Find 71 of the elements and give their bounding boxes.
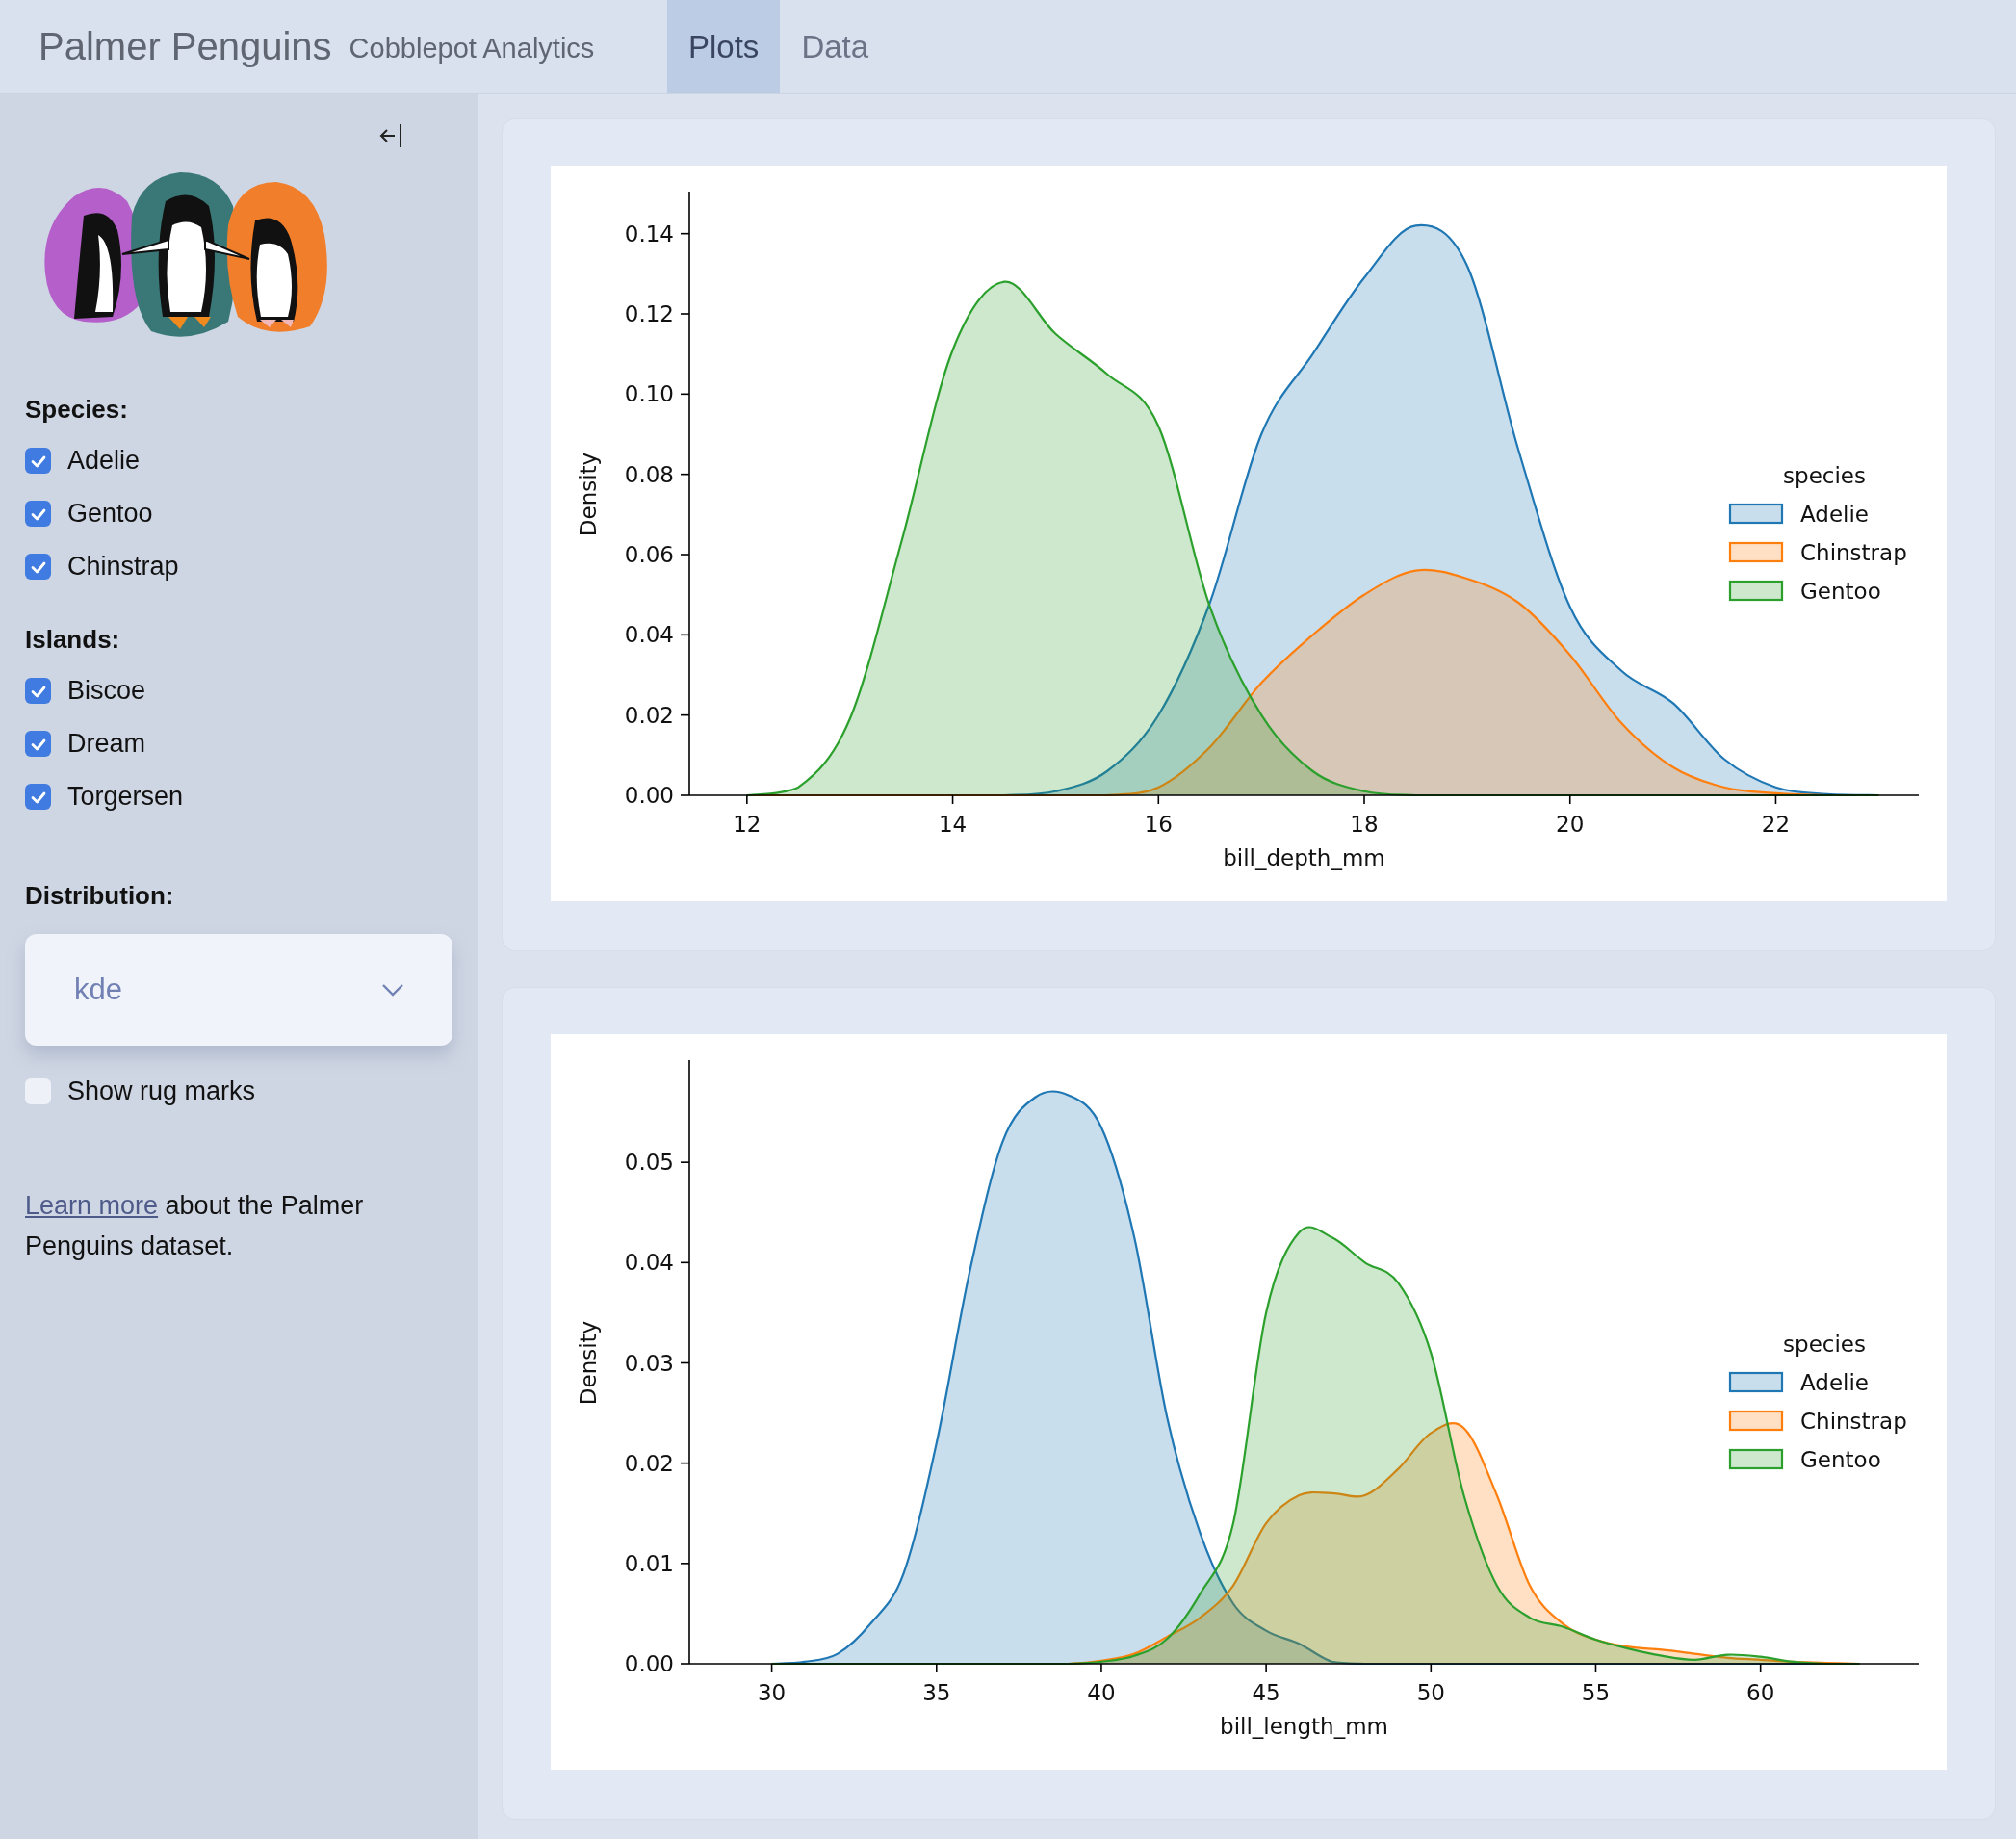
legend-label: Chinstrap bbox=[1800, 1409, 1907, 1434]
checkbox[interactable] bbox=[25, 448, 51, 474]
legend-swatch bbox=[1728, 541, 1784, 563]
tab[interactable]: Plots bbox=[667, 0, 781, 93]
tick-label: 20 bbox=[1556, 812, 1585, 837]
legend-swatch bbox=[1728, 580, 1784, 602]
legend-label: Chinstrap bbox=[1800, 540, 1907, 565]
tick-label: 0.12 bbox=[624, 301, 674, 326]
tick-label: 18 bbox=[1350, 812, 1379, 837]
checkbox[interactable] bbox=[25, 1078, 51, 1104]
checkbox[interactable] bbox=[25, 784, 51, 810]
tick-label: 30 bbox=[757, 1680, 787, 1705]
checkbox[interactable] bbox=[25, 731, 51, 757]
distribution-select[interactable]: kde bbox=[25, 934, 452, 1046]
tick-label: 0.14 bbox=[624, 220, 674, 246]
tick-label: 22 bbox=[1761, 812, 1791, 837]
tick-label: 16 bbox=[1144, 812, 1173, 837]
tick-label: 40 bbox=[1087, 1680, 1116, 1705]
checkbox-label: Gentoo bbox=[67, 499, 153, 529]
tick-label: 12 bbox=[733, 812, 762, 837]
legend-label: Gentoo bbox=[1800, 1447, 1881, 1472]
axis-title: Density bbox=[576, 1320, 601, 1406]
tick-label: 0.02 bbox=[624, 702, 674, 728]
checkbox[interactable] bbox=[25, 501, 51, 527]
legend-label: Adelie bbox=[1800, 1370, 1869, 1395]
app-subtitle: Cobblepot Analytics bbox=[349, 32, 595, 65]
tick-label: 55 bbox=[1581, 1680, 1611, 1705]
axis-title: bill_length_mm bbox=[1220, 1714, 1388, 1739]
field-label: Distribution: bbox=[25, 881, 175, 911]
legend-swatch bbox=[1728, 1410, 1784, 1432]
tick-label: 0.00 bbox=[624, 783, 674, 808]
axis-title: Density bbox=[576, 452, 601, 537]
tick-label: 0.00 bbox=[624, 1651, 674, 1676]
legend-label: Adelie bbox=[1800, 502, 1869, 527]
tick-label: 50 bbox=[1416, 1680, 1445, 1705]
checkbox-label: Adelie bbox=[67, 446, 141, 476]
tick-label: 0.08 bbox=[624, 461, 674, 487]
tick-label: 45 bbox=[1252, 1680, 1280, 1705]
learn-more-link[interactable]: Learn more bbox=[25, 1191, 159, 1220]
legend-swatch bbox=[1728, 503, 1784, 525]
tick-label: 35 bbox=[922, 1680, 951, 1705]
info-text: Learn more about the Palmer Penguins dataset. bbox=[25, 1190, 365, 1262]
chevron-down-icon bbox=[381, 983, 404, 997]
tick-label: 0.01 bbox=[624, 1550, 674, 1576]
checkbox[interactable] bbox=[25, 678, 51, 704]
legend-title: species bbox=[1783, 1332, 1866, 1357]
axis-title: bill_depth_mm bbox=[1223, 845, 1385, 870]
checkbox-label: Torgersen bbox=[67, 782, 184, 812]
checkbox[interactable] bbox=[25, 554, 51, 580]
filter-label: Islands: bbox=[25, 625, 121, 655]
legend-title: species bbox=[1783, 463, 1866, 488]
tick-label: 0.06 bbox=[624, 542, 674, 567]
tick-label: 14 bbox=[938, 812, 968, 837]
tick-label: 0.05 bbox=[624, 1150, 674, 1176]
tick-label: 0.03 bbox=[624, 1350, 674, 1376]
checkbox-label: Biscoe bbox=[67, 676, 146, 706]
tick-label: 0.04 bbox=[624, 1250, 674, 1276]
tick-label: 0.10 bbox=[624, 381, 674, 407]
checkbox-label: Show rug marks bbox=[67, 1076, 256, 1106]
tick-label: 0.04 bbox=[624, 622, 674, 648]
checkbox-label: Dream bbox=[67, 729, 145, 759]
legend-swatch bbox=[1728, 1448, 1784, 1470]
legend-label: Gentoo bbox=[1800, 579, 1881, 604]
tab[interactable]: Data bbox=[780, 0, 891, 93]
checkbox-label: Chinstrap bbox=[67, 552, 179, 582]
filter-label: Species: bbox=[25, 395, 129, 425]
tick-label: 60 bbox=[1746, 1680, 1775, 1705]
collapse-sidebar-icon[interactable] bbox=[379, 121, 404, 150]
app-title: Palmer Penguins bbox=[39, 25, 332, 68]
legend-swatch bbox=[1728, 1371, 1784, 1393]
tick-label: 0.02 bbox=[624, 1450, 674, 1476]
